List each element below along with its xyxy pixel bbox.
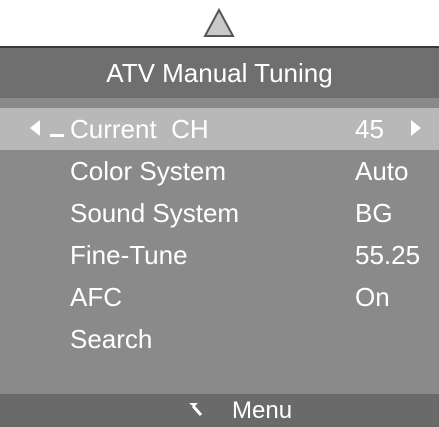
right-arrow-icon[interactable] bbox=[411, 120, 421, 136]
menu-item-sound-system[interactable]: Sound System BG bbox=[0, 192, 439, 234]
menu-item-label: Fine-Tune bbox=[70, 240, 188, 270]
menu-footer-label: Menu bbox=[232, 397, 293, 424]
menu-item-label: Current CH bbox=[70, 114, 209, 144]
selection-dash bbox=[50, 134, 64, 137]
menu-list: Current CH 45 Color System Auto Sound Sy… bbox=[0, 108, 439, 360]
menu-title: ATV Manual Tuning bbox=[0, 48, 439, 98]
menu-item-fine-tune[interactable]: Fine-Tune 55.25 bbox=[0, 234, 439, 276]
menu-item-label: Color System bbox=[70, 156, 227, 186]
menu-item-search[interactable]: Search bbox=[0, 318, 439, 360]
menu-item-current-ch[interactable]: Current CH 45 bbox=[0, 108, 439, 150]
menu-item-label: Sound System bbox=[70, 198, 240, 228]
scroll-up-icon[interactable] bbox=[202, 6, 236, 40]
menu-item-label: AFC bbox=[70, 282, 122, 312]
menu-item-value: 55.25 bbox=[355, 240, 421, 270]
menu-item-value: Auto bbox=[355, 156, 409, 186]
left-arrow-icon[interactable] bbox=[30, 120, 40, 136]
menu-item-value: 45 bbox=[355, 114, 384, 144]
menu-item-color-system[interactable]: Color System Auto bbox=[0, 150, 439, 192]
return-arrow-icon bbox=[189, 403, 203, 416]
menu-footer[interactable]: Menu bbox=[0, 394, 439, 427]
menu-item-value: On bbox=[355, 282, 390, 312]
menu-item-afc[interactable]: AFC On bbox=[0, 276, 439, 318]
menu-item-value: BG bbox=[355, 198, 393, 228]
menu-item-label: Search bbox=[70, 324, 153, 354]
